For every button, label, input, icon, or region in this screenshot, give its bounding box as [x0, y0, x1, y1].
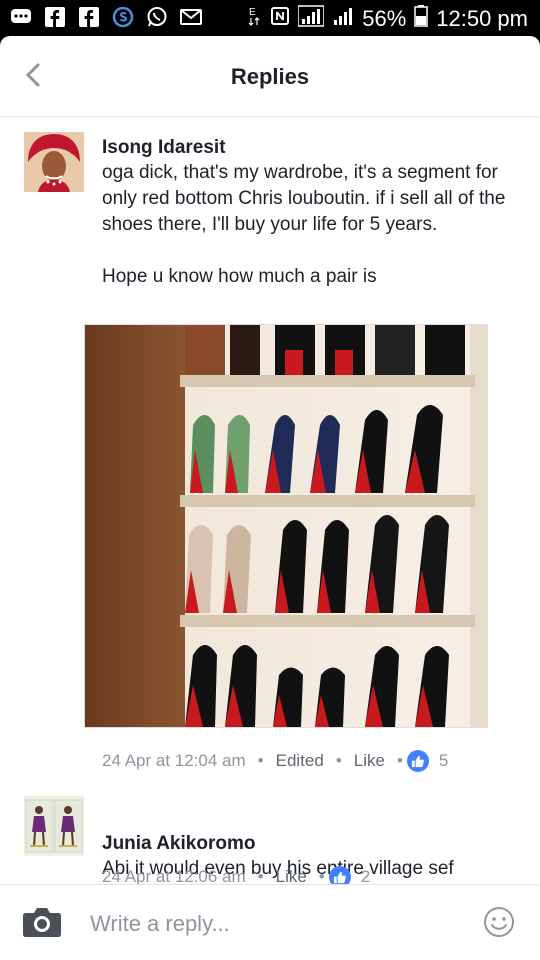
facebook-icon	[44, 6, 66, 28]
camera-icon	[23, 908, 61, 937]
skype-icon	[112, 6, 134, 28]
messenger-chat-icon	[10, 6, 32, 28]
reply-input[interactable]	[88, 905, 452, 943]
facebook-icon	[78, 6, 100, 28]
signal-strength-icon	[297, 5, 325, 33]
comment-meta: 24 Apr at 12:04 am • Edited • Like • 5	[102, 750, 448, 772]
comment-body: Isong Idaresit oga dick, that's my wardr…	[102, 132, 522, 290]
separator-dot: •	[335, 751, 342, 770]
edited-link[interactable]: Edited	[276, 751, 324, 771]
comment-timestamp[interactable]: 24 Apr at 12:04 am	[102, 751, 246, 771]
page-title: Replies	[230, 64, 310, 89]
comment-text: oga dick, that's my wardrobe, it's a seg…	[102, 162, 506, 287]
status-indicators: E 56% 12:50 pm	[248, 5, 528, 33]
avatar[interactable]	[24, 132, 84, 192]
like-button[interactable]: Like	[354, 751, 385, 771]
reply-composer	[0, 884, 540, 960]
camera-button[interactable]	[22, 905, 62, 939]
thumbs-up-icon	[406, 750, 429, 772]
whatsapp-icon	[146, 6, 168, 28]
gmail-icon	[180, 6, 202, 28]
like-count[interactable]: 5	[439, 751, 448, 771]
separator-dot: •	[257, 751, 264, 770]
shoe-wardrobe-image	[85, 325, 487, 727]
replies-screen: Replies Isong Idaresit oga dick, that's …	[0, 36, 540, 960]
comment-photo[interactable]	[84, 324, 488, 728]
separator-dot: •	[396, 751, 403, 770]
battery-icon	[414, 5, 429, 33]
battery-percent: 56%	[362, 6, 407, 31]
smiley-icon	[484, 907, 514, 937]
nfc-icon	[270, 6, 290, 32]
notification-icons	[10, 6, 202, 28]
signal-e-icon: E	[248, 5, 262, 33]
avatar[interactable]	[24, 796, 84, 856]
commenter-name[interactable]: Junia Akikoromo	[102, 832, 522, 856]
status-bar: E 56% 12:50 pm	[0, 0, 540, 36]
svg-text:E: E	[249, 7, 256, 18]
signal-strength-icon	[332, 5, 354, 33]
clock: 12:50 pm	[436, 6, 528, 31]
emoji-button[interactable]	[482, 905, 516, 939]
commenter-name[interactable]: Isong Idaresit	[102, 96, 522, 160]
